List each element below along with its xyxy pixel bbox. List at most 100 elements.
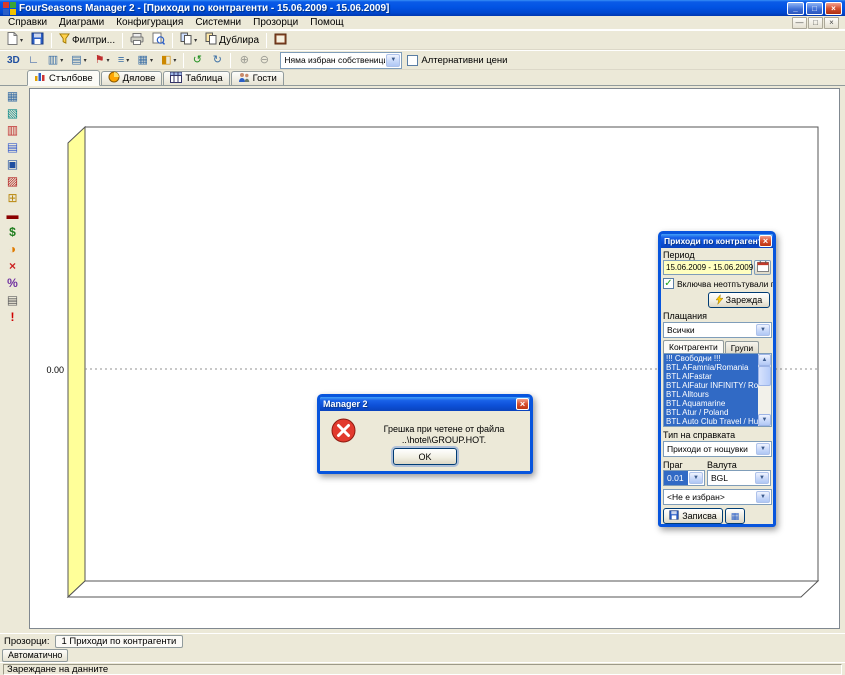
left-icon-book[interactable]: ▬ bbox=[3, 208, 22, 224]
combo-arrow-icon[interactable]: ▼ bbox=[756, 491, 770, 503]
menu-system[interactable]: Системни bbox=[189, 16, 247, 29]
menu-diagrams[interactable]: Диаграми bbox=[53, 16, 110, 29]
dialog-close-button[interactable]: × bbox=[516, 398, 529, 410]
zoom-out-icon: ⊖ bbox=[260, 55, 269, 66]
window-list-item[interactable]: 1 Приходи по контрагенти bbox=[55, 635, 184, 648]
template-combo[interactable]: <Не е избран> ▼ bbox=[663, 489, 772, 505]
alt-prices-checkbox[interactable] bbox=[407, 55, 418, 66]
list-item[interactable]: !!! Свободни !!! bbox=[664, 354, 758, 363]
left-icon-grid[interactable]: ▦ bbox=[3, 89, 22, 105]
report-type-combo[interactable]: Приходи от нощувки ▼ bbox=[663, 441, 772, 457]
duplicate-button[interactable]: Дублира bbox=[201, 31, 263, 49]
load-button[interactable]: Зарежда bbox=[708, 292, 770, 308]
combo-arrow-icon[interactable]: ▼ bbox=[756, 324, 770, 336]
copy-button[interactable]: ▾ bbox=[176, 31, 201, 49]
flag-icon: ⚑ bbox=[95, 55, 105, 66]
menu-reports[interactable]: Справки bbox=[2, 16, 53, 29]
new-report-button[interactable]: ▾ bbox=[3, 31, 27, 49]
scroll-down-button[interactable]: ▼ bbox=[758, 414, 771, 426]
combo-arrow-icon[interactable]: ▼ bbox=[386, 54, 400, 67]
filters-button[interactable]: Филтри... bbox=[55, 31, 119, 49]
marks-button[interactable]: ⚑▾ bbox=[91, 51, 114, 69]
automatic-button[interactable]: Автоматично bbox=[2, 649, 68, 662]
left-icon-report[interactable]: ▧ bbox=[3, 106, 22, 122]
alt-prices-label: Алтернативни цени bbox=[421, 55, 507, 66]
threshold-combo[interactable]: 0.01 ▼ bbox=[663, 470, 705, 486]
menu-configuration[interactable]: Конфигурация bbox=[110, 16, 189, 29]
zoom-out-button[interactable]: ⊖ bbox=[254, 51, 274, 69]
axes-button[interactable]: ∟ bbox=[24, 51, 44, 69]
dialog-title-bar[interactable]: Manager 2 × bbox=[320, 397, 530, 411]
left-icon-cut[interactable]: × bbox=[3, 259, 22, 275]
tab-guests[interactable]: Гости bbox=[231, 71, 284, 85]
report-type-combo-value: Приходи от нощувки bbox=[664, 442, 755, 456]
grid-options-button[interactable]: ▦ bbox=[725, 508, 745, 524]
period-label: Период bbox=[663, 250, 695, 260]
minimize-button[interactable]: _ bbox=[787, 2, 804, 15]
list-item[interactable]: BTL Aquamarine bbox=[664, 399, 758, 408]
left-icon-sheet[interactable]: ▤ bbox=[3, 293, 22, 309]
tab-groups[interactable]: Групи bbox=[725, 341, 759, 353]
list-scrollbar[interactable]: ▲ ▼ bbox=[758, 354, 771, 426]
scroll-thumb[interactable] bbox=[758, 366, 771, 386]
left-icon-window[interactable]: ▤ bbox=[3, 140, 22, 156]
tab-columns[interactable]: Стълбове bbox=[27, 70, 100, 86]
tab-table[interactable]: Таблица bbox=[163, 71, 229, 85]
combo-arrow-icon[interactable]: ▼ bbox=[756, 443, 770, 455]
ok-button[interactable]: OK bbox=[393, 448, 457, 465]
list-item[interactable]: BTL Alltours bbox=[664, 390, 758, 399]
left-icon-percent[interactable]: % bbox=[3, 276, 22, 292]
payments-label: Плащания bbox=[663, 311, 707, 321]
owners-combo[interactable]: Няма избран собственици ▼ bbox=[280, 52, 402, 69]
combo-arrow-icon[interactable]: ▼ bbox=[689, 472, 703, 484]
scroll-up-button[interactable]: ▲ bbox=[758, 354, 771, 366]
left-icon-money[interactable]: $ bbox=[3, 225, 22, 241]
include-guests-checkbox[interactable]: ✓ bbox=[663, 278, 674, 289]
tab-counterparties[interactable]: Контрагенти bbox=[663, 340, 724, 353]
list-item[interactable]: BTL Atur / Poland bbox=[664, 408, 758, 417]
print-preview-button[interactable] bbox=[148, 31, 169, 49]
chevron-down-icon: ▾ bbox=[84, 57, 87, 64]
tab-shares-label: Дялове bbox=[123, 73, 156, 84]
rotate-ccw-button[interactable]: ↺ bbox=[187, 51, 207, 69]
left-icon-bars[interactable]: ▥ bbox=[3, 123, 22, 139]
print-button[interactable] bbox=[126, 31, 148, 49]
save-report-label: Записва bbox=[682, 511, 717, 521]
panel-title-bar[interactable]: Приходи по контрагенти × bbox=[661, 234, 773, 248]
restore-button[interactable]: □ bbox=[806, 2, 823, 15]
combo-arrow-icon[interactable]: ▼ bbox=[755, 472, 769, 484]
list-item[interactable]: BTL Auto Club Travel / Hunga bbox=[664, 417, 758, 426]
legend-button[interactable]: ▤▾ bbox=[67, 51, 90, 69]
mdi-close-button[interactable]: × bbox=[824, 17, 839, 29]
zoom-in-button[interactable]: ⊕ bbox=[234, 51, 254, 69]
tab-shares[interactable]: Дялове bbox=[101, 71, 163, 85]
save-toolbar-button[interactable] bbox=[27, 31, 48, 49]
left-icon-window-add[interactable]: ▣ bbox=[3, 157, 22, 173]
currency-combo[interactable]: BGL ▼ bbox=[707, 470, 771, 486]
lines-button[interactable]: ≡▾ bbox=[114, 51, 134, 69]
ledger-button[interactable] bbox=[270, 31, 291, 49]
save-report-button[interactable]: Записва bbox=[663, 508, 723, 524]
panel-close-button[interactable]: × bbox=[759, 235, 772, 247]
rotate-cw-button[interactable]: ↻ bbox=[207, 51, 227, 69]
list-item[interactable]: BTL AlFastar bbox=[664, 372, 758, 381]
list-item[interactable]: BTL AFamnia/Romania bbox=[664, 363, 758, 372]
calendar-button[interactable] bbox=[754, 260, 771, 275]
list-item[interactable]: BTL AlFatur INFINITY/ Romani bbox=[664, 381, 758, 390]
chart-type-bars-button[interactable]: ▥▾ bbox=[44, 51, 67, 69]
mdi-restore-button[interactable]: □ bbox=[808, 17, 823, 29]
left-icon-pie[interactable]: ◑ bbox=[3, 242, 22, 258]
period-input[interactable]: 15.06.2009 - 15.06.2009 bbox=[663, 260, 752, 275]
left-icon-folder-grid[interactable]: ⊞ bbox=[3, 191, 22, 207]
close-button[interactable]: × bbox=[825, 2, 842, 15]
menu-help[interactable]: Помощ bbox=[304, 16, 349, 29]
colors-button[interactable]: ◧▾ bbox=[157, 51, 180, 69]
left-icon-rows[interactable]: ▨ bbox=[3, 174, 22, 190]
payments-combo[interactable]: Всички ▼ bbox=[663, 322, 772, 338]
gridlines-button[interactable]: ▦▾ bbox=[134, 51, 157, 69]
3d-toggle-button[interactable]: 3D bbox=[3, 51, 24, 69]
mdi-minimize-button[interactable]: — bbox=[792, 17, 807, 29]
menu-windows[interactable]: Прозорци bbox=[247, 16, 304, 29]
left-icon-alert[interactable]: ! bbox=[3, 310, 22, 326]
zero-axis-label: 0.00 bbox=[46, 365, 64, 375]
